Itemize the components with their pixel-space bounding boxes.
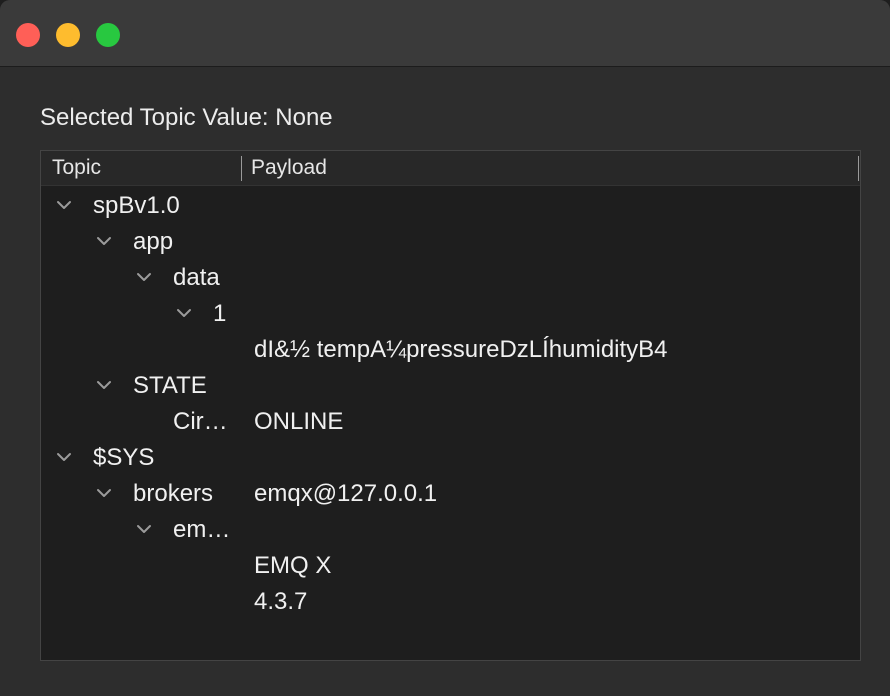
- tree-row-topic: STATE: [133, 372, 207, 399]
- chevron-down-icon[interactable]: [95, 484, 113, 502]
- tree-row-payload: dI&½ tempA¼pressureDzLÍhumidityB4: [254, 336, 668, 363]
- tree-row-topic: $SYS: [93, 444, 155, 471]
- tree-row[interactable]: 4.3.7: [41, 584, 860, 620]
- tree-row-topic: brokers: [133, 480, 214, 507]
- tree-row-payload: ONLINE: [254, 408, 344, 435]
- tree-row[interactable]: STATE: [41, 368, 860, 404]
- tree-row-payload: 4.3.7: [254, 588, 308, 615]
- column-divider[interactable]: [858, 156, 859, 181]
- tree-row-topic: app: [133, 228, 174, 255]
- tree-row[interactable]: spBv1.0: [41, 188, 860, 224]
- column-header-topic[interactable]: Topic: [52, 156, 101, 180]
- chevron-down-icon[interactable]: [135, 520, 153, 538]
- column-divider[interactable]: [241, 156, 242, 181]
- tree-row[interactable]: brokers emqx@127.0.0.1: [41, 476, 860, 512]
- tree-row[interactable]: em…: [41, 512, 860, 548]
- tree-row[interactable]: data: [41, 260, 860, 296]
- app-window: Selected Topic Value: None Topic Payload…: [0, 0, 890, 696]
- chevron-down-icon[interactable]: [55, 196, 73, 214]
- tree-row[interactable]: dI&½ tempA¼pressureDzLÍhumidityB4: [41, 332, 860, 368]
- tree-row[interactable]: app: [41, 224, 860, 260]
- close-button[interactable]: [16, 23, 40, 47]
- tree-row-topic: em…: [173, 516, 231, 543]
- tree-header: Topic Payload: [41, 151, 860, 186]
- minimize-button[interactable]: [56, 23, 80, 47]
- tree-row[interactable]: 1: [41, 296, 860, 332]
- chevron-down-icon[interactable]: [95, 376, 113, 394]
- tree-row[interactable]: $SYS: [41, 440, 860, 476]
- chevron-down-icon[interactable]: [135, 268, 153, 286]
- tree-row[interactable]: Cir… ONLINE: [41, 404, 860, 440]
- tree-row-topic: spBv1.0: [93, 192, 180, 219]
- column-header-payload[interactable]: Payload: [251, 156, 327, 180]
- zoom-button[interactable]: [96, 23, 120, 47]
- chevron-down-icon[interactable]: [55, 448, 73, 466]
- chevron-down-icon[interactable]: [175, 304, 193, 322]
- tree-row-topic: 1: [213, 300, 227, 327]
- topic-tree[interactable]: Topic Payload spBv1.0 app data 1 dI&½ tempA¼…: [40, 150, 861, 661]
- tree-row-topic: Cir…: [173, 408, 228, 435]
- title-bar[interactable]: [0, 0, 890, 67]
- selected-topic-value-label: Selected Topic Value: None: [40, 104, 333, 131]
- tree-row[interactable]: EMQ X: [41, 548, 860, 584]
- tree-row-payload: emqx@127.0.0.1: [254, 480, 438, 507]
- tree-row-topic: data: [173, 264, 220, 291]
- tree-row-payload: EMQ X: [254, 552, 332, 579]
- chevron-down-icon[interactable]: [95, 232, 113, 250]
